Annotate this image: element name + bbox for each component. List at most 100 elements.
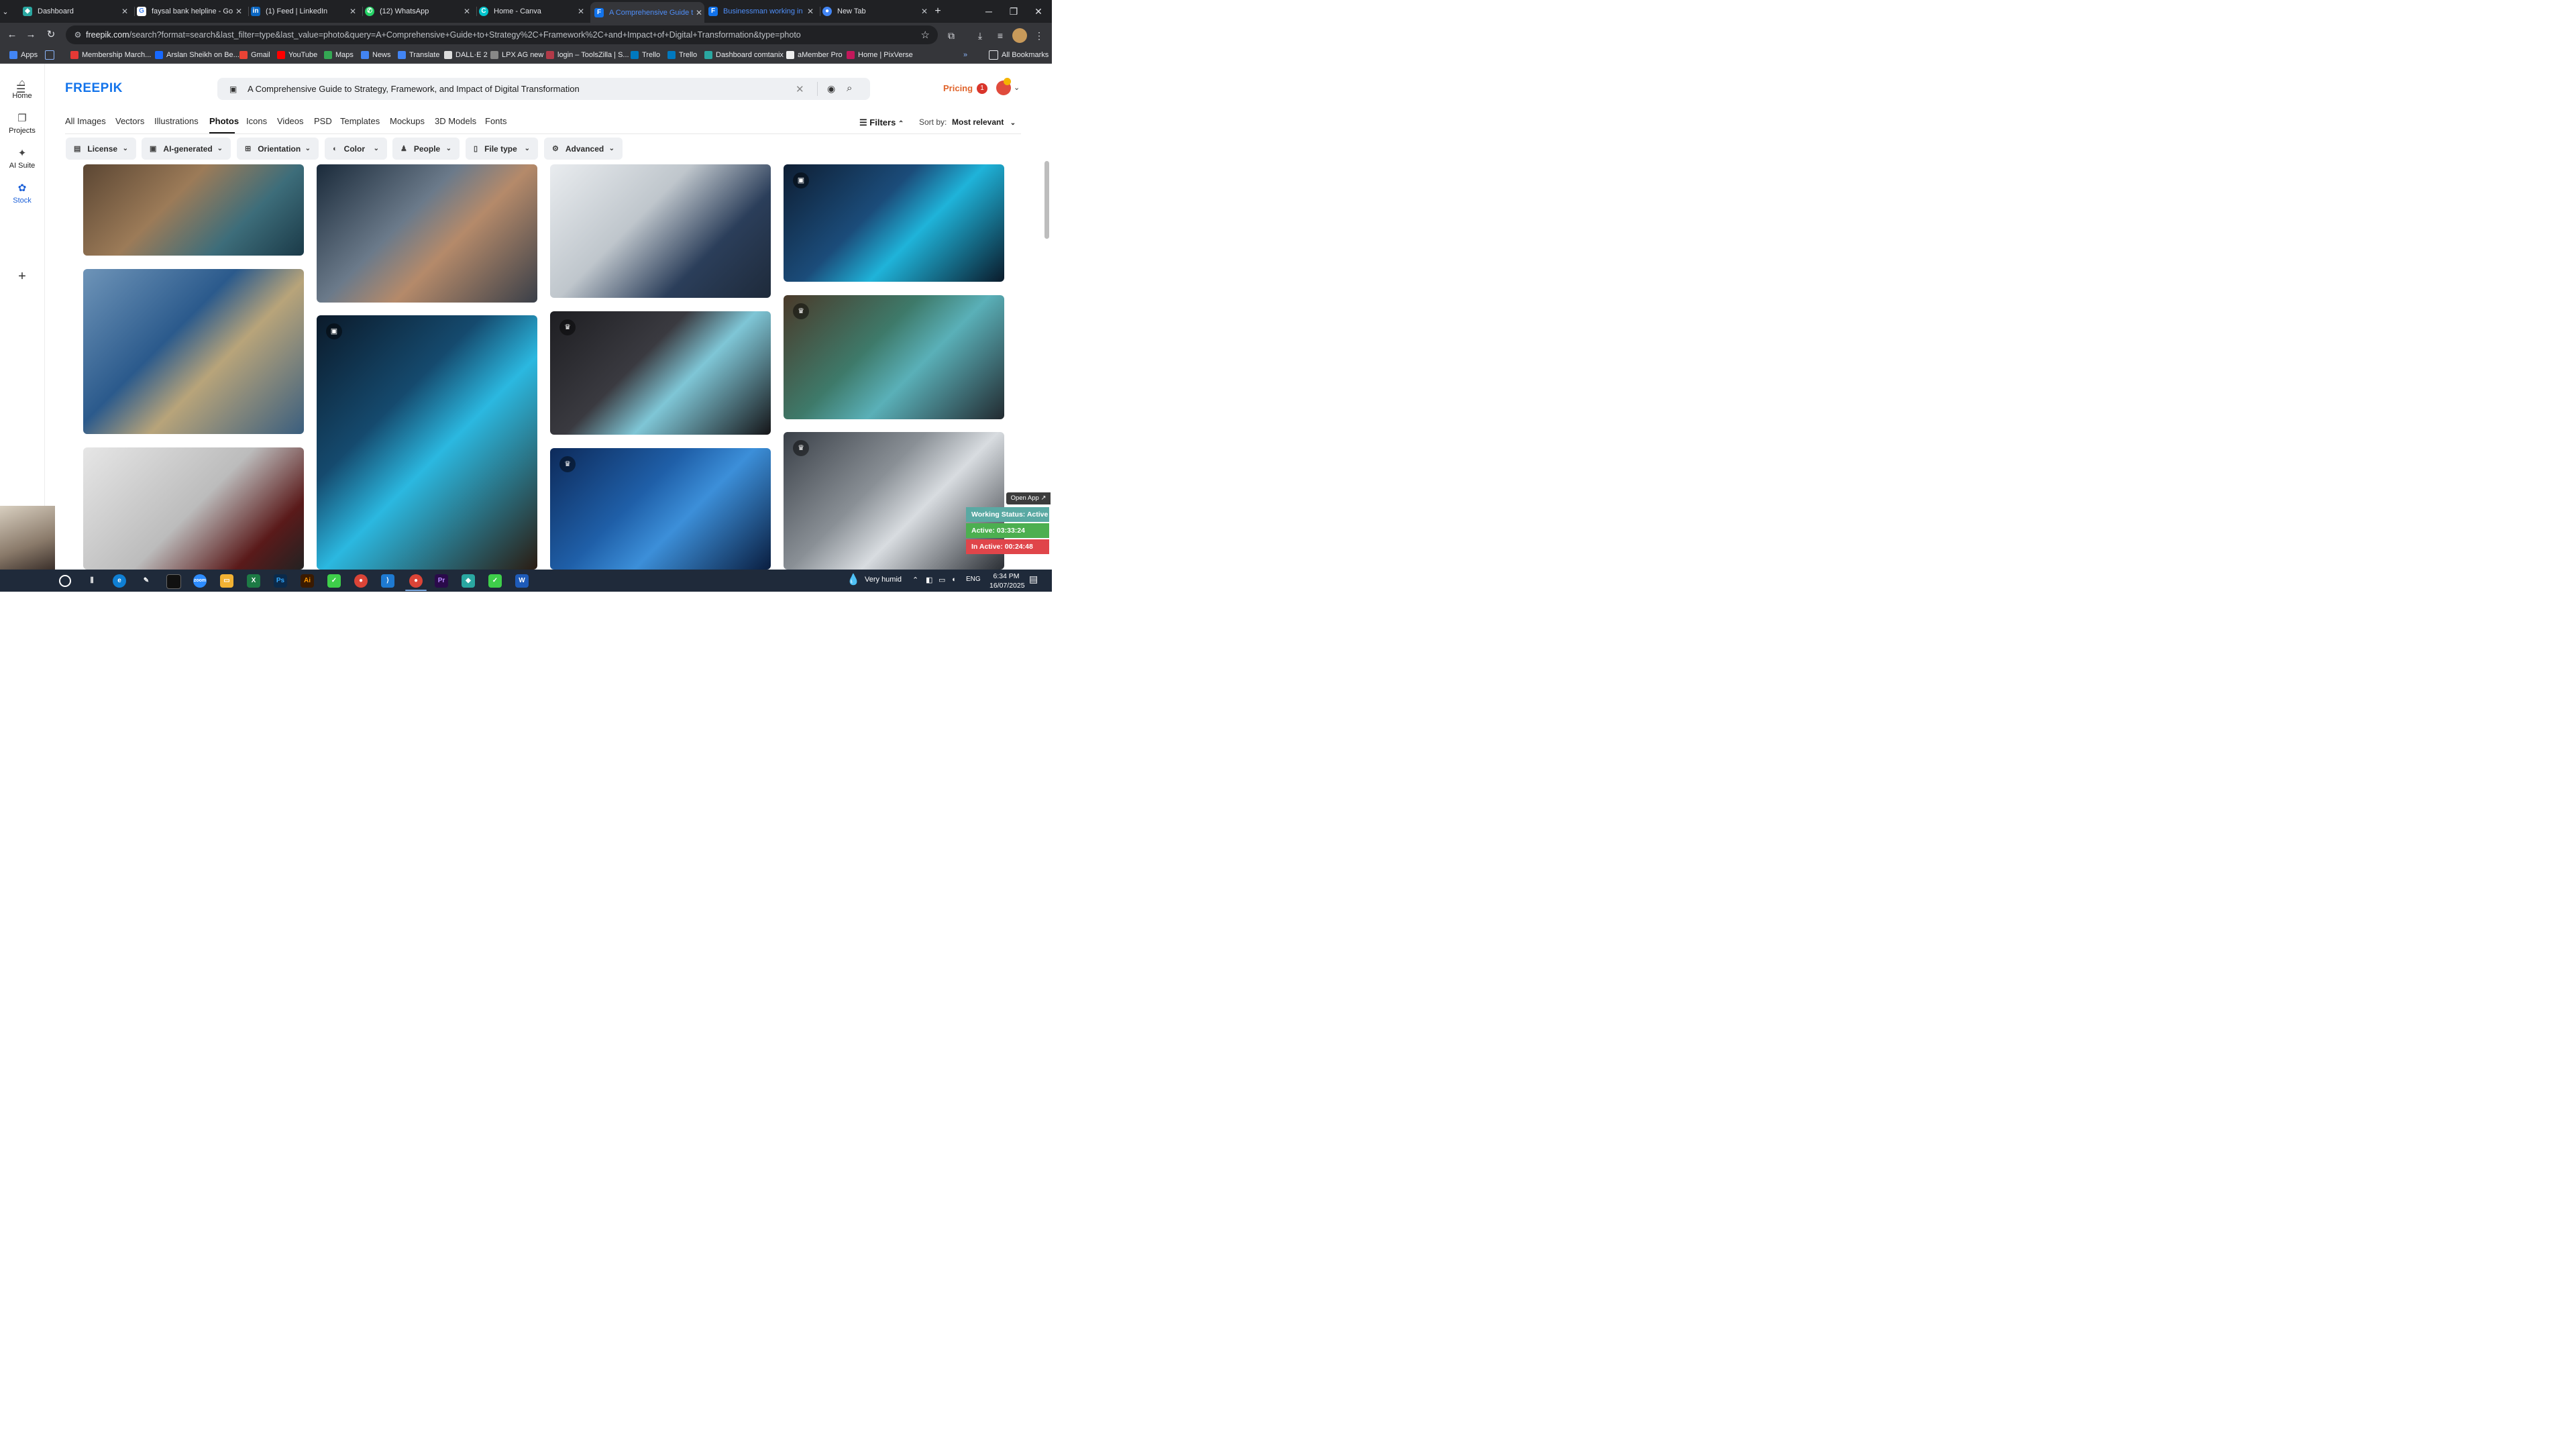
weather-text[interactable]: Very humid	[865, 576, 902, 584]
filter-license[interactable]: ▤ License ⌄	[66, 138, 136, 160]
bookmark-arslan[interactable]: Arslan Sheikh on Be...	[155, 50, 239, 60]
image-result[interactable]: ♛	[550, 311, 771, 435]
close-tab-icon[interactable]: ✕	[919, 7, 930, 16]
bookmark-news[interactable]: News	[361, 50, 391, 60]
nav-projects[interactable]: ❐ Projects	[0, 112, 44, 135]
tray-app-icon[interactable]: ◧	[926, 576, 932, 584]
image-type-icon[interactable]: ▣	[229, 85, 240, 94]
bookmark-trello-1[interactable]: Trello	[631, 50, 660, 60]
bookmark-maps[interactable]: Maps	[324, 50, 354, 60]
nav-stock[interactable]: ✿ Stock	[0, 182, 44, 205]
browser-tab-canva[interactable]: C Home - Canva ✕	[479, 3, 586, 20]
tab-vectors[interactable]: Vectors	[115, 116, 144, 126]
browser-tab-faysal-bank[interactable]: G faysal bank helpline - Go... ✕	[137, 3, 244, 20]
search-input[interactable]: A Comprehensive Guide to Strategy, Frame…	[248, 84, 580, 94]
pen-icon[interactable]: ✎	[140, 574, 153, 588]
bookmark-toolszilla[interactable]: login – ToolsZilla | S...	[546, 50, 629, 60]
browser-tab-new-tab[interactable]: ● New Tab ✕	[822, 3, 930, 20]
filter-ai-generated[interactable]: ▣ AI-generated ⌄	[142, 138, 231, 160]
network-icon[interactable]: ▭	[938, 576, 945, 584]
search-bar[interactable]: ▣ A Comprehensive Guide to Strategy, Fra…	[217, 78, 870, 100]
browser-menu-icon[interactable]: ⋮	[1032, 28, 1046, 43]
tab-groups-icon[interactable]	[45, 50, 58, 60]
all-bookmarks-folder[interactable]: All Bookmarks	[989, 50, 1049, 60]
bookmark-youtube[interactable]: YouTube	[277, 50, 317, 60]
volume-icon[interactable]: ◖	[951, 576, 956, 584]
illustrator-icon[interactable]: Ai	[301, 574, 314, 588]
reload-icon[interactable]: ↻	[43, 27, 59, 43]
image-result[interactable]	[317, 164, 537, 303]
image-result[interactable]	[83, 269, 304, 434]
add-icon[interactable]: +	[0, 269, 44, 284]
tab-fonts[interactable]: Fonts	[485, 116, 507, 126]
tab-mockups[interactable]: Mockups	[390, 116, 425, 126]
search-icon[interactable]	[59, 575, 71, 587]
photoshop-icon[interactable]: Ps	[274, 574, 287, 588]
camera-search-icon[interactable]: ◉	[827, 83, 835, 95]
bookmark-dashboard-comtanix[interactable]: Dashboard comtanix	[704, 50, 784, 60]
tab-illustrations[interactable]: Illustrations	[154, 116, 199, 126]
filter-file-type[interactable]: ▯ File type ⌄	[466, 138, 538, 160]
page-scrollbar[interactable]	[1044, 161, 1049, 239]
chrome-profile-icon[interactable]: ●	[409, 574, 423, 588]
tab-all-images[interactable]: All Images	[65, 116, 106, 126]
app-green2-icon[interactable]: ✓	[488, 574, 502, 588]
minimize-icon[interactable]: ─	[976, 0, 1002, 23]
new-tab-button[interactable]: +	[932, 3, 947, 20]
browser-tab-linkedin[interactable]: in (1) Feed | LinkedIn ✕	[251, 3, 358, 20]
file-explorer-icon[interactable]: ▭	[220, 574, 233, 588]
image-result[interactable]	[550, 164, 771, 298]
media-control-icon[interactable]: ≡	[993, 28, 1008, 43]
vscode-icon[interactable]: ⟩	[381, 574, 394, 588]
tab-videos[interactable]: Videos	[277, 116, 304, 126]
image-result[interactable]: ♛	[784, 295, 1004, 419]
close-tab-icon[interactable]: ✕	[805, 7, 816, 16]
filter-advanced[interactable]: ⚙ Advanced ⌄	[544, 138, 623, 160]
bookmark-trello-2[interactable]: Trello	[667, 50, 697, 60]
bookmark-star-icon[interactable]: ☆	[921, 29, 930, 41]
zoom-icon[interactable]: zoom	[193, 574, 207, 588]
image-result[interactable]	[83, 164, 304, 256]
close-tab-icon[interactable]: ✕	[233, 7, 244, 16]
more-bookmarks-icon[interactable]: »	[963, 50, 967, 60]
tab-photos[interactable]: Photos	[209, 116, 239, 126]
image-result[interactable]: ▣	[317, 315, 537, 570]
close-tab-icon[interactable]: ✕	[347, 7, 358, 16]
filter-orientation[interactable]: ⊞ Orientation ⌄	[237, 138, 319, 160]
clear-search-icon[interactable]: ✕	[796, 83, 804, 95]
search-icon[interactable]: ⌕	[847, 83, 852, 94]
restore-icon[interactable]: ❐	[1001, 0, 1026, 23]
chrome-icon[interactable]: ●	[354, 574, 368, 588]
system-clock[interactable]: 6:34 PM 16/07/2025	[989, 572, 1025, 590]
filter-people[interactable]: ♟ People ⌄	[392, 138, 460, 160]
bookmark-gmail[interactable]: Gmail	[239, 50, 270, 60]
extensions-icon[interactable]: ⧉	[944, 28, 959, 43]
download-icon[interactable]: ⤓	[973, 28, 987, 43]
image-result[interactable]: ▣	[784, 164, 1004, 282]
tab-3d-models[interactable]: 3D Models	[435, 116, 476, 126]
browser-tab-comprehensive-guide[interactable]: F A Comprehensive Guide t... ✕	[590, 2, 704, 23]
close-tab-icon[interactable]: ✕	[576, 7, 586, 16]
address-bar[interactable]: ⚙ freepik.com/search?format=search&last_…	[66, 25, 938, 44]
premiere-icon[interactable]: Pr	[435, 574, 448, 588]
close-tab-icon[interactable]: ✕	[462, 7, 472, 16]
bookmark-amember[interactable]: aMember Pro	[786, 50, 843, 60]
window-close-icon[interactable]: ✕	[1026, 0, 1051, 23]
bookmark-membership[interactable]: Membership March...	[70, 50, 151, 60]
open-app-button[interactable]: Open App ↗	[1006, 492, 1051, 504]
bookmark-apps[interactable]: Apps	[9, 50, 38, 60]
bookmark-translate[interactable]: Translate	[398, 50, 439, 60]
app-green-icon[interactable]: ✓	[327, 574, 341, 588]
pricing-link[interactable]: Pricing	[943, 83, 973, 93]
app-teal-icon[interactable]: ◆	[462, 574, 475, 588]
filter-color[interactable]: ◐ Color ⌄	[325, 138, 387, 160]
tab-icons[interactable]: Icons	[246, 116, 267, 126]
browser-tab-businessman[interactable]: F Businessman working in o... ✕	[708, 3, 816, 20]
task-view-icon[interactable]: ⫼	[85, 574, 99, 588]
back-icon[interactable]: ←	[4, 27, 20, 43]
notification-center-icon[interactable]: ▤	[1029, 574, 1038, 585]
tab-psd[interactable]: PSD	[314, 116, 332, 126]
sort-dropdown[interactable]: Most relevant ⌄	[952, 117, 1016, 127]
forward-icon[interactable]: →	[23, 27, 39, 43]
terminal-icon[interactable]	[166, 574, 181, 589]
